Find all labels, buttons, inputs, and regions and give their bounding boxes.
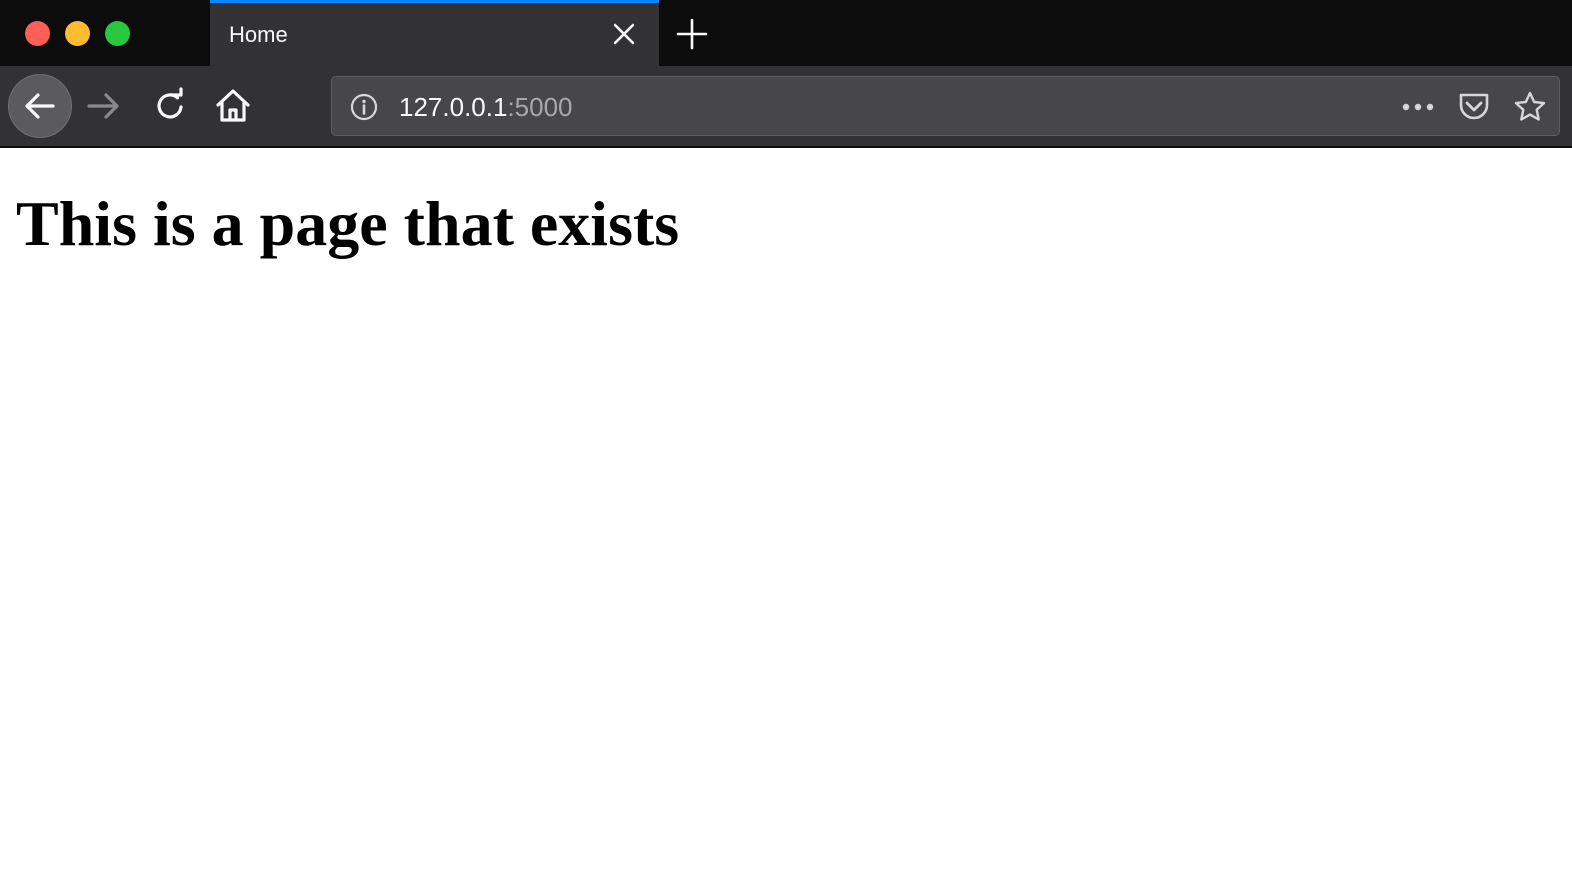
page-heading: This is a page that exists	[16, 188, 680, 259]
arrow-left-icon	[25, 93, 55, 119]
pocket-icon[interactable]	[1457, 91, 1491, 123]
tab-home[interactable]: Home	[210, 0, 659, 66]
tab-title: Home	[229, 22, 288, 47]
home-icon	[216, 89, 250, 122]
page-content: This is a page that exists	[0, 148, 1572, 888]
window-minimize-button[interactable]	[65, 21, 90, 46]
back-button[interactable]	[8, 74, 72, 138]
forward-button[interactable]	[84, 86, 124, 126]
address-bar[interactable]: 127.0.0.1:5000	[331, 76, 1560, 136]
star-icon[interactable]	[1513, 90, 1547, 124]
window-close-button[interactable]	[25, 21, 50, 46]
tab-active-indicator	[210, 0, 659, 3]
nav-toolbar: 127.0.0.1:5000	[0, 66, 1572, 146]
home-button[interactable]	[213, 86, 253, 126]
tab-strip: Home	[0, 0, 1572, 66]
close-icon[interactable]	[610, 20, 638, 48]
plus-icon[interactable]	[674, 16, 710, 52]
ellipsis-icon[interactable]	[1400, 93, 1436, 121]
arrow-right-icon	[87, 93, 119, 119]
url-host: 127.0.0.1	[399, 92, 508, 122]
window-maximize-button[interactable]	[105, 21, 130, 46]
url-port: :5000	[507, 92, 573, 122]
url-text[interactable]: 127.0.0.1:5000	[399, 92, 573, 122]
reload-icon	[157, 87, 183, 119]
reload-button[interactable]	[150, 86, 190, 126]
info-icon[interactable]	[350, 93, 378, 121]
